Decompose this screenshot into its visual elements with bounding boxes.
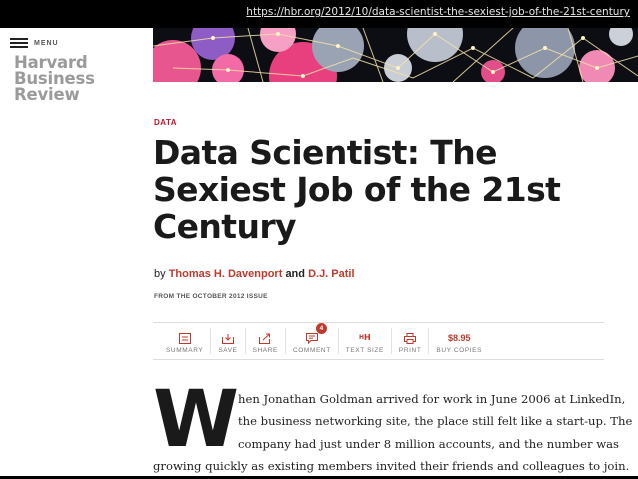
buy-copies-button[interactable]: $8.95 BUY COPIES [428,328,489,354]
byline-conjunction: and [285,268,305,280]
share-label: SHARE [252,347,278,354]
summary-button[interactable]: SUMMARY [159,328,210,354]
save-icon [221,332,234,344]
buy-copies-label: BUY COPIES [436,347,483,354]
byline: by Thomas H. Davenport and D.J. Patil [154,268,355,280]
menu-button[interactable]: MENU [10,38,59,48]
save-label: SAVE [218,347,238,354]
comment-icon [305,332,318,344]
author-link-davenport[interactable]: Thomas H. Davenport [169,268,283,280]
body-line: company had just under 8 million account… [238,436,619,451]
summary-label: SUMMARY [166,347,204,354]
text-size-label: TEXT SIZE [345,347,384,354]
author-link-patil[interactable]: D.J. Patil [308,268,354,280]
comment-count-badge: 4 [315,323,327,334]
hbr-logo[interactable]: Harvard Business Review [14,54,95,104]
menu-label: MENU [34,39,59,47]
body-line: growing quickly as existing members invi… [153,459,630,474]
body-line: hen Jonathan Goldman arrived for work in… [238,392,626,406]
hamburger-menu-icon [10,38,28,48]
price-label: $8.95 [447,333,471,343]
article-body: hen Jonathan Goldman arrived for work in… [153,388,633,478]
article-title: Data Scientist: The Sexiest Job of the 2… [153,133,561,246]
url-bar: https://hbr.org/2012/10/data-scientist-t… [0,0,638,28]
save-button[interactable]: SAVE [210,328,244,354]
issue-label: FROM THE OCTOBER 2012 ISSUE [154,293,268,300]
text-size-icon: HH [358,333,371,342]
summary-icon [178,332,191,344]
article-toolbar: SUMMARY SAVE SHARE 4 COMMENT HH TEXT SIZ… [153,322,604,360]
body-line: the business networking site, the place … [238,414,633,429]
print-label: PRINT [398,347,422,354]
comment-label: COMMENT [292,347,331,354]
logo-line: Review [14,85,80,104]
page-url-link[interactable]: https://hbr.org/2012/10/data-scientist-t… [246,6,630,18]
abstract-network-illustration-icon [153,28,638,82]
comment-button[interactable]: 4 COMMENT [284,323,338,354]
byline-prefix: by [154,268,166,280]
share-icon [259,332,271,344]
hero-image [153,28,638,82]
share-button[interactable]: SHARE [244,328,285,354]
print-button[interactable]: PRINT [390,328,429,354]
text-size-button[interactable]: HH TEXT SIZE [337,328,391,354]
site-header: MENU Harvard Business Review [0,28,152,128]
printer-icon [404,332,417,344]
section-tag[interactable]: DATA [154,118,177,127]
